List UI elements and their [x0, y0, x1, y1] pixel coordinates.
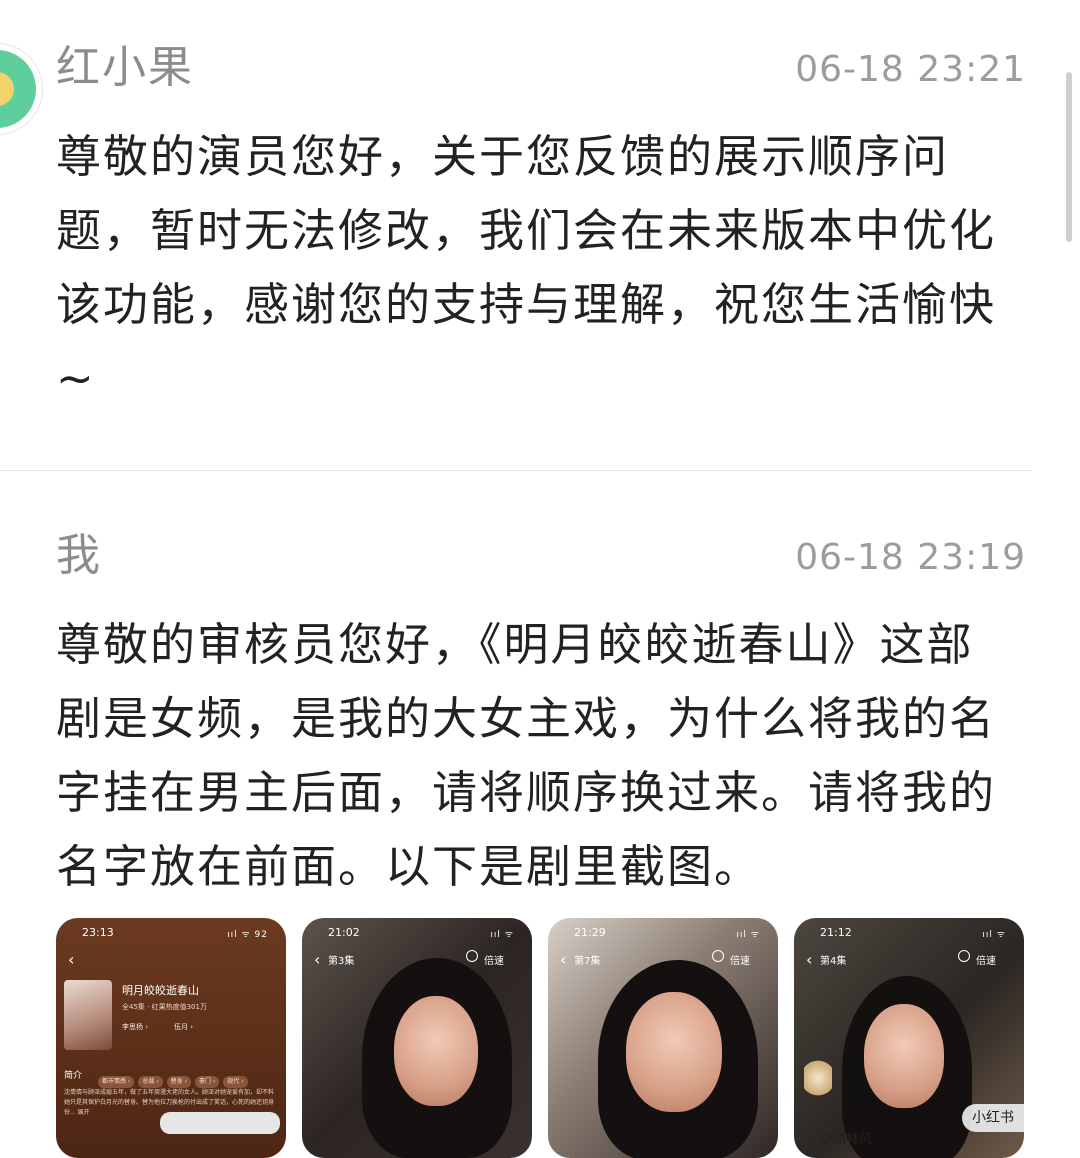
blurred-overlay: [160, 1112, 280, 1134]
status-signal: ııl ᯤ: [982, 930, 1006, 940]
screenshot-thumbnail[interactable]: 21:29 ııl ᯤ ‹ 第7集 倍速: [548, 918, 778, 1158]
scrollbar-thumb[interactable]: [1066, 72, 1072, 242]
watermark-label: 小红书: [962, 1104, 1024, 1132]
episode-label: 第4集: [820, 956, 847, 967]
show-title: 明月皎皎逝春山: [122, 984, 199, 997]
back-icon: ‹: [68, 950, 75, 969]
message-sender: 红小果: [56, 42, 194, 93]
genre-tag: 总裁 ›: [138, 1076, 163, 1088]
status-signal: ııl ᯤ: [736, 930, 760, 940]
status-clock: 21:02: [328, 926, 360, 939]
phone-status-bar: 21:29 ııl ᯤ: [548, 918, 778, 946]
screenshot-gallery: 23:13 ııl ᯤ 92 ‹ 明月皎皎逝春山 全45集 · 红果热度值301…: [56, 918, 1036, 1158]
status-clock: 21:12: [820, 926, 852, 939]
phone-status-bar: 21:12 ııl ᯤ: [794, 918, 1024, 946]
phone-status-bar: 23:13 ııl ᯤ 92: [56, 918, 286, 946]
caption-fragment: 小绣林风: [820, 1132, 873, 1147]
speed-icon: [712, 950, 724, 962]
message-item: 红小果 06-18 23:21 尊敬的演员您好，关于您反馈的展示顺序问题，暂时无…: [56, 40, 1025, 416]
speed-label: 倍速: [730, 956, 750, 967]
status-signal: ııl ᯤ 92: [227, 930, 268, 940]
speed-icon: [958, 950, 970, 962]
avatar-partial[interactable]: [0, 44, 42, 134]
status-clock: 23:13: [82, 926, 114, 939]
speed-label: 倍速: [484, 956, 504, 967]
message-header: 我 06-18 23:19: [56, 528, 1025, 588]
phone-prop: [846, 1058, 862, 1106]
divider: [0, 470, 1032, 471]
message-text: 尊敬的审核员您好，《明月皎皎逝春山》这部剧是女频，是我的大女主戏，为什么将我的名…: [56, 618, 997, 893]
genre-tag: 替身 ›: [166, 1076, 191, 1088]
avatar-inner: [0, 72, 14, 106]
tag-list: 都市情感 › 总裁 › 替身 › 豪门 › 现代 ›: [96, 1068, 281, 1088]
speed-icon: [466, 950, 478, 962]
back-icon: ‹: [560, 950, 567, 969]
lamp-shape: [804, 1058, 832, 1098]
message-time: 06-18 23:21: [795, 49, 1026, 90]
intro-label: 简介: [64, 1071, 83, 1081]
status-clock: 21:29: [574, 926, 606, 939]
status-signal: ııl ᯤ: [490, 930, 514, 940]
face-shape: [394, 996, 478, 1106]
screenshot-thumbnail[interactable]: 21:02 ııl ᯤ ‹ 第3集 倍速: [302, 918, 532, 1158]
message-text: 尊敬的演员您好，关于您反馈的展示顺序问题，暂时无法修改，我们会在未来版本中优化该…: [56, 130, 997, 405]
cast-name: 李思杨 ›: [122, 1023, 149, 1031]
speed-label: 倍速: [976, 956, 996, 967]
cast-name: 伍月 ›: [174, 1023, 194, 1031]
back-icon: ‹: [806, 950, 813, 969]
message-header: 红小果 06-18 23:21: [56, 40, 1025, 100]
show-meta: 全45集 · 红果热度值301万: [122, 1003, 207, 1011]
genre-tag: 现代 ›: [223, 1076, 248, 1088]
back-icon: ‹: [314, 950, 321, 969]
episode-label: 第3集: [328, 956, 355, 967]
face-shape: [864, 1004, 944, 1108]
genre-tag: 豪门 ›: [194, 1076, 220, 1088]
phone-status-bar: 21:02 ııl ᯤ: [302, 918, 532, 946]
face-shape: [626, 992, 722, 1112]
message-time: 06-18 23:19: [795, 537, 1026, 578]
message-sender: 我: [56, 530, 102, 581]
episode-label: 第7集: [574, 956, 601, 967]
show-poster: [64, 980, 112, 1050]
message-item: 我 06-18 23:19 尊敬的审核员您好，《明月皎皎逝春山》这部剧是女频，是…: [56, 528, 1025, 904]
genre-tag: 都市情感 ›: [98, 1076, 135, 1088]
screenshot-thumbnail[interactable]: 21:12 ııl ᯤ ‹ 第4集 倍速 小红书: [794, 918, 1024, 1158]
